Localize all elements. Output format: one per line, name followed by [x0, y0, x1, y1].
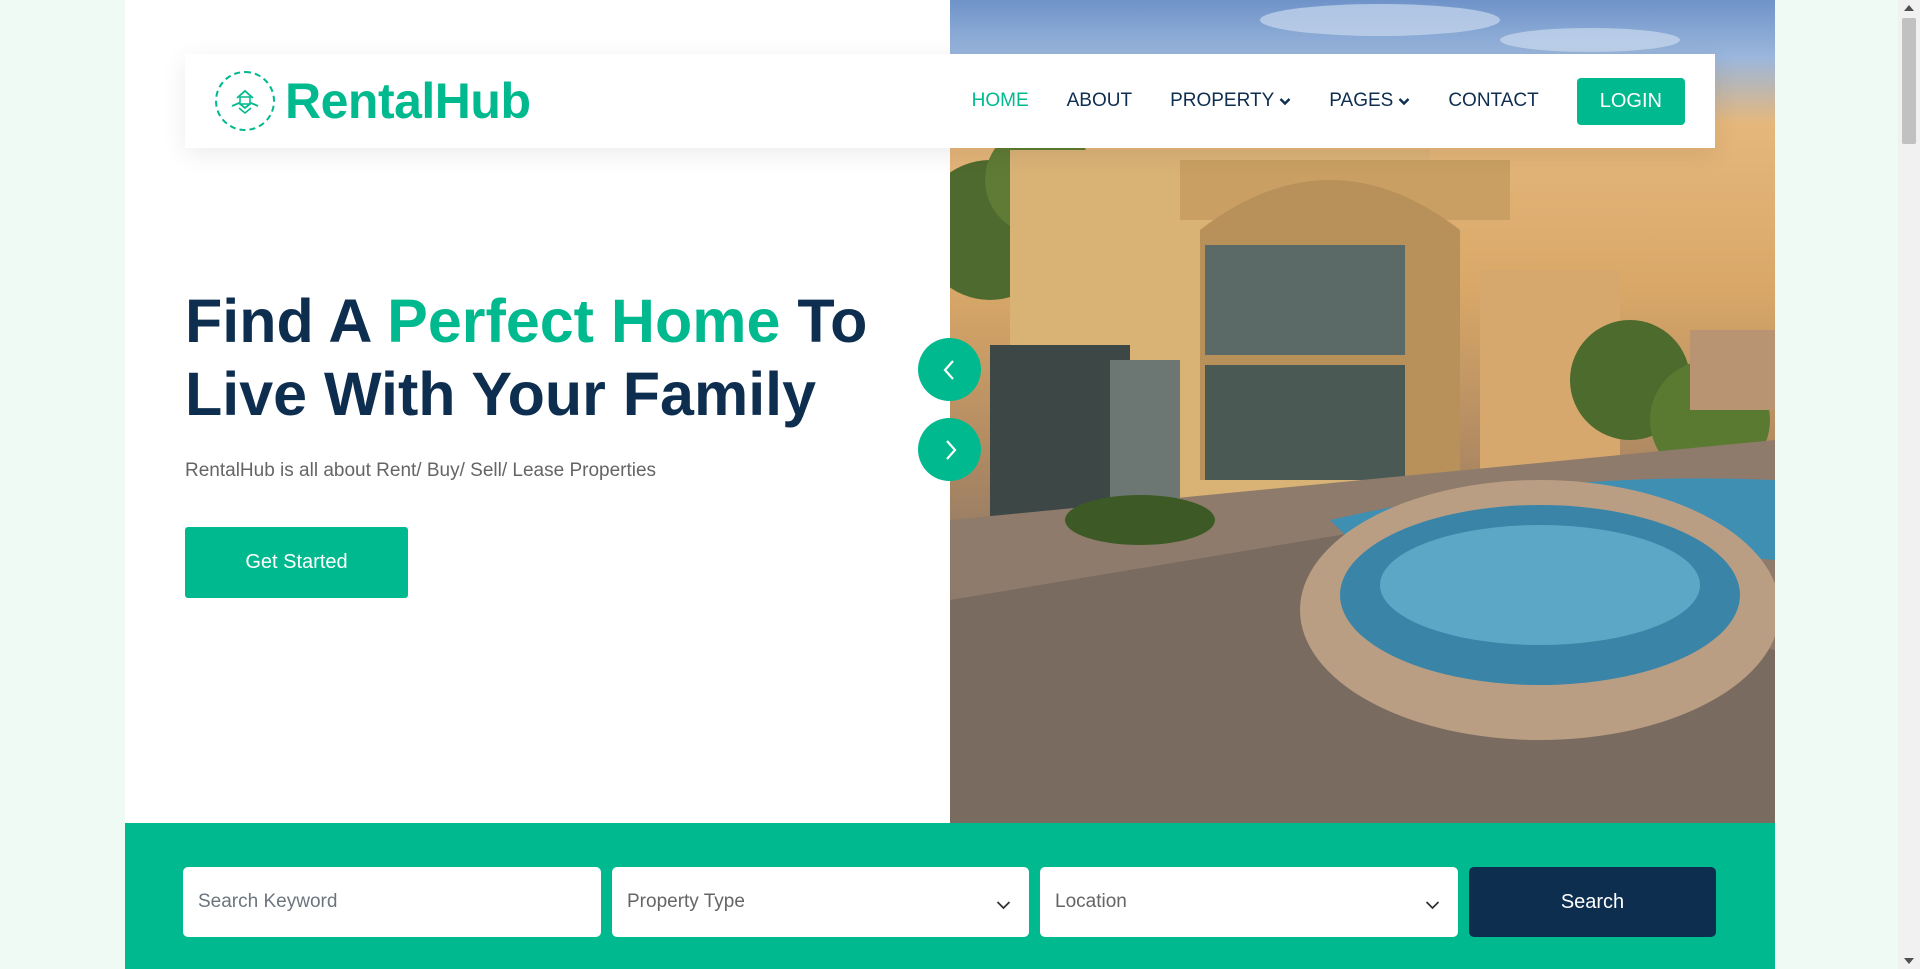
search-button[interactable]: Search: [1469, 867, 1716, 937]
get-started-button[interactable]: Get Started: [185, 527, 408, 598]
nav-pages-label: PAGES: [1329, 90, 1394, 111]
location-value: Location: [1055, 891, 1127, 912]
hero-title-accent: Perfect Home: [387, 287, 781, 355]
brand-name: RentalHub: [285, 73, 531, 129]
page: RentalHub HOME ABOUT PROPERTY PAGES CONT…: [125, 0, 1775, 969]
brand-logo[interactable]: RentalHub: [215, 71, 531, 131]
property-type-select[interactable]: Property Type: [612, 867, 1029, 937]
search-keyword-field[interactable]: [183, 867, 601, 937]
property-type-value: Property Type: [627, 891, 745, 912]
nav-contact[interactable]: CONTACT: [1448, 90, 1538, 112]
nav-property-label: PROPERTY: [1170, 90, 1275, 111]
login-button[interactable]: LOGIN: [1576, 77, 1685, 125]
chevron-right-icon: [945, 439, 956, 460]
scroll-up-arrow-icon[interactable]: [1904, 5, 1914, 11]
location-select[interactable]: Location: [1040, 867, 1458, 937]
main-nav: HOME ABOUT PROPERTY PAGES CONTACT LOGIN: [934, 54, 1685, 148]
nav-pages[interactable]: PAGES: [1329, 90, 1410, 112]
chevron-down-icon: [1279, 90, 1291, 112]
search-keyword-input[interactable]: [198, 891, 586, 913]
chevron-down-icon: [1398, 90, 1410, 112]
hero-title-part1: Find A: [185, 287, 388, 355]
scroll-down-arrow-icon[interactable]: [1904, 958, 1914, 964]
nav-about[interactable]: ABOUT: [1067, 90, 1132, 112]
hero-title: Find A Perfect Home To Live With Your Fa…: [185, 285, 905, 431]
chevron-down-icon: [996, 894, 1011, 916]
chevron-down-icon: [1425, 894, 1440, 916]
carousel-next-button[interactable]: [918, 418, 981, 481]
scroll-thumb[interactable]: [1902, 18, 1916, 144]
hero-subtitle: RentalHub is all about Rent/ Buy/ Sell/ …: [185, 460, 657, 481]
nav-home[interactable]: HOME: [972, 90, 1029, 112]
handshake-house-icon: [215, 71, 275, 131]
carousel-prev-button[interactable]: [918, 338, 981, 401]
page-scrollbar[interactable]: [1898, 0, 1920, 969]
chevron-left-icon: [943, 359, 954, 380]
navbar: RentalHub HOME ABOUT PROPERTY PAGES CONT…: [185, 54, 1715, 148]
search-bar: Property Type Location Search: [125, 823, 1775, 969]
nav-property[interactable]: PROPERTY: [1170, 90, 1291, 112]
